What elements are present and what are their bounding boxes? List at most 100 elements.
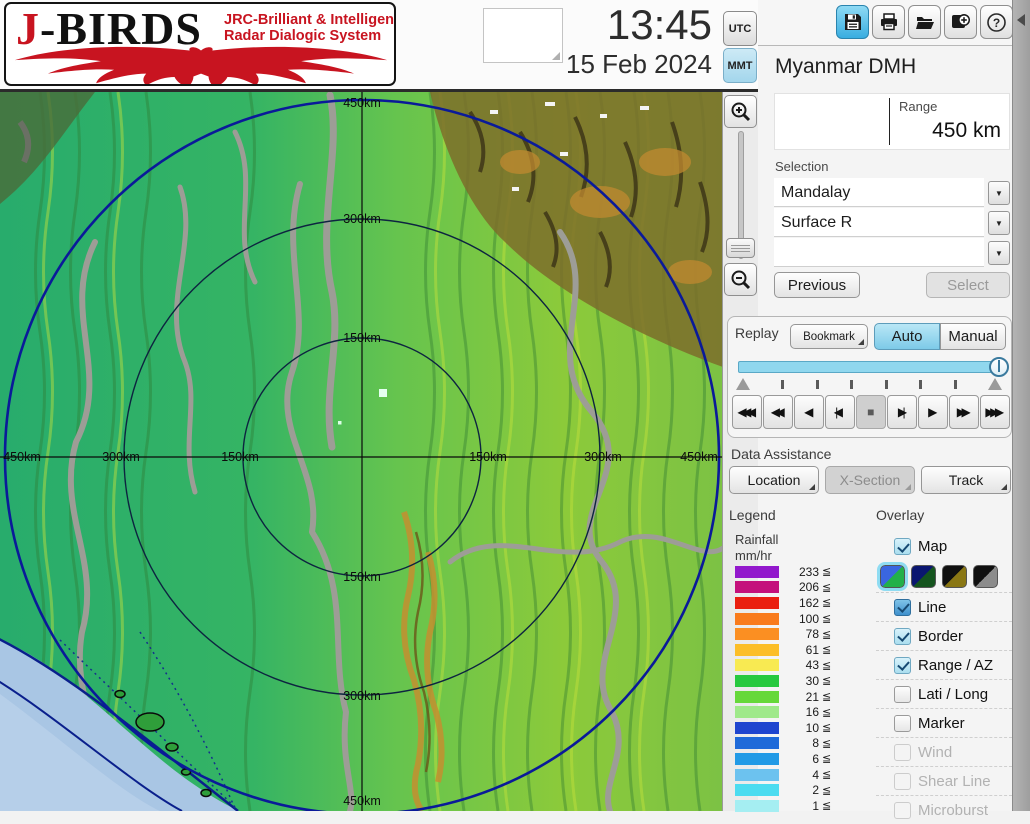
mmt-button[interactable]: MMT — [723, 48, 757, 83]
stop-button[interactable]: ■ — [856, 395, 886, 429]
overlay-row-border: Border — [876, 621, 1012, 650]
legend-swatch — [735, 675, 779, 687]
previous-button[interactable]: Previous — [774, 272, 860, 298]
replay-panel: Replay Bookmark Auto Manual ◀◀◀ ◀◀ ◀ |◀ … — [727, 316, 1012, 438]
svg-text:?: ? — [993, 16, 1000, 30]
legend-swatch — [735, 691, 779, 703]
option-dropdown-button[interactable]: ▼ — [988, 241, 1010, 265]
svg-text:450km: 450km — [680, 450, 718, 464]
auto-mode-button[interactable]: Auto — [874, 323, 940, 350]
legend-swatch — [735, 628, 779, 640]
location-button[interactable]: Location — [729, 466, 819, 494]
line-checkbox[interactable] — [894, 599, 911, 616]
fast-forward-button[interactable]: ▶▶ — [949, 395, 979, 429]
legend-title: Legend — [729, 507, 875, 532]
header: J-BIRDS JRC-Brilliant & Intelligent Rada… — [0, 0, 758, 92]
zoom-out-icon — [730, 269, 752, 291]
manual-mode-button[interactable]: Manual — [940, 323, 1006, 350]
svg-text:150km: 150km — [343, 331, 381, 345]
clock-time: 13:45 — [520, 2, 712, 48]
station-dropdown-value[interactable]: Mandalay — [774, 178, 984, 207]
data-assistance-label: Data Assistance — [731, 446, 831, 462]
legend-swatch — [735, 613, 779, 625]
fast-rewind-button[interactable]: ◀◀ — [763, 395, 793, 429]
product-dropdown-button[interactable]: ▼ — [988, 211, 1010, 235]
svg-text:450km: 450km — [3, 450, 41, 464]
station-dropdown-button[interactable]: ▼ — [988, 181, 1010, 205]
legend: Legend Rainfall mm/hr 233≦ 206≦ 162≦ 100… — [729, 507, 875, 814]
svg-text:300km: 300km — [343, 689, 381, 703]
svg-text:300km: 300km — [343, 212, 381, 226]
range-label: Range — [899, 99, 937, 114]
print-button[interactable] — [872, 5, 905, 39]
replay-tick-row — [736, 377, 1002, 391]
legend-unit-line1: Rainfall — [729, 532, 875, 548]
replay-label: Replay — [735, 325, 779, 341]
product-dropdown: Surface R ▼ — [774, 208, 1010, 238]
option-dropdown-value[interactable] — [774, 238, 984, 267]
legend-swatch — [735, 581, 779, 593]
station-dropdown: Mandalay ▼ — [774, 178, 1010, 208]
legend-swatch — [735, 769, 779, 781]
selection-label: Selection — [775, 159, 828, 174]
legend-row: 78≦ — [729, 626, 875, 642]
panel-collapse-strip[interactable] — [1012, 0, 1030, 811]
radar-echo — [379, 389, 387, 397]
chevron-down-icon: ▼ — [995, 249, 1003, 258]
legend-row: 206≦ — [729, 580, 875, 596]
map-style-gray-swatch[interactable] — [973, 565, 998, 588]
fastest-forward-button[interactable]: ▶▶▶ — [980, 395, 1010, 429]
save-button[interactable] — [836, 5, 869, 39]
replay-slider-thumb[interactable] — [989, 357, 1009, 377]
help-icon: ? — [986, 12, 1007, 33]
open-file-button[interactable] — [908, 5, 941, 39]
station-name: Myanmar DMH — [775, 55, 916, 79]
marker-checkbox[interactable] — [894, 715, 911, 732]
range-value: 450 km — [932, 119, 1001, 143]
step-back-button[interactable]: |◀ — [825, 395, 855, 429]
map-checkbox[interactable] — [894, 538, 911, 555]
map-style-olive-swatch[interactable] — [942, 565, 967, 588]
legend-row: 2≦ — [729, 782, 875, 798]
zoom-slider-thumb[interactable] — [726, 238, 755, 258]
radar-echo — [338, 421, 342, 425]
eagle-logo-icon — [12, 40, 390, 86]
lati-long-checkbox[interactable] — [894, 686, 911, 703]
bookmark-button[interactable]: Bookmark — [790, 324, 868, 349]
legend-swatch — [735, 800, 779, 812]
overlay-row-microburst: Microburst — [876, 795, 1012, 824]
zoom-out-button[interactable] — [724, 263, 757, 296]
range-end-marker[interactable] — [988, 378, 1002, 390]
track-button[interactable]: Track — [921, 466, 1011, 494]
legend-row: 8≦ — [729, 736, 875, 752]
radar-map[interactable]: 450km 300km 150km 150km 300km 450km 450k… — [0, 92, 723, 811]
legend-row: 21≦ — [729, 689, 875, 705]
step-forward-button[interactable]: ▶| — [887, 395, 917, 429]
map-style-bright-swatch[interactable] — [880, 565, 905, 588]
select-button[interactable]: Select — [926, 272, 1010, 298]
x-section-button[interactable]: X-Section — [825, 466, 915, 494]
product-dropdown-value[interactable]: Surface R — [774, 208, 984, 237]
clock-date: 15 Feb 2024 — [520, 48, 712, 80]
map-style-picker — [876, 561, 1012, 592]
map-style-dark-swatch[interactable] — [911, 565, 936, 588]
help-button[interactable]: ? — [980, 5, 1013, 39]
border-checkbox[interactable] — [894, 628, 911, 645]
legend-swatch — [735, 737, 779, 749]
utc-button[interactable]: UTC — [723, 11, 757, 46]
replay-timeline-slider[interactable] — [738, 361, 1000, 373]
range-start-marker[interactable] — [736, 378, 750, 390]
legend-row: 1≦ — [729, 798, 875, 814]
play-reverse-button[interactable]: ◀ — [794, 395, 824, 429]
fastest-rewind-button[interactable]: ◀◀◀ — [732, 395, 762, 429]
zoom-in-button[interactable] — [724, 95, 757, 128]
chevron-down-icon: ▼ — [995, 189, 1003, 198]
app-logo: J-BIRDS JRC-Brilliant & Intelligent Rada… — [4, 2, 396, 86]
svg-text:300km: 300km — [584, 450, 622, 464]
play-button[interactable]: ▶ — [918, 395, 948, 429]
range-az-checkbox[interactable] — [894, 657, 911, 674]
add-image-icon — [950, 12, 971, 33]
overlay-row-marker: Marker — [876, 708, 1012, 737]
legend-swatch — [735, 784, 779, 796]
add-image-button[interactable] — [944, 5, 977, 39]
